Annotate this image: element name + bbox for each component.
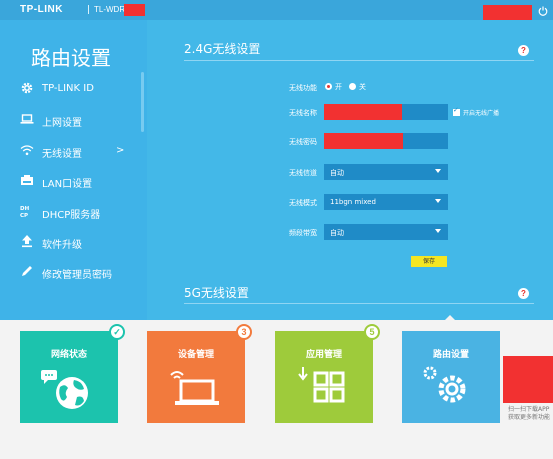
wireless-mode-label: 无线模式 xyxy=(289,199,317,207)
model-label: TL-WDR xyxy=(94,5,126,14)
wifi-icon xyxy=(20,145,34,156)
tile-label: 设备管理 xyxy=(177,350,214,360)
tile-device-management[interactable]: 设备管理 3 xyxy=(147,324,252,423)
radio-on-label: 开 xyxy=(335,83,342,91)
active-tile-pointer xyxy=(444,315,456,321)
pencil-icon xyxy=(22,266,32,276)
tile-network-status[interactable]: 网络状态 ✓ xyxy=(20,324,125,423)
tile-router-settings[interactable]: 路由设置 xyxy=(402,331,500,423)
tp-link-logo: TP-LINK xyxy=(20,4,63,15)
wireless-password-input[interactable] xyxy=(324,133,448,149)
model-name: TL-WDR xyxy=(88,5,126,15)
tile-label: 应用管理 xyxy=(305,350,342,360)
tile-label: 网络状态 xyxy=(50,350,87,360)
radio-off[interactable] xyxy=(349,83,356,90)
channel-select[interactable]: 自动 xyxy=(324,164,448,180)
sidebar-item-wireless[interactable]: 无线设置 > xyxy=(0,136,135,166)
sidebar-item-label: 修改管理员密码 xyxy=(42,270,112,281)
device-count-badge: 3 xyxy=(236,324,252,340)
chevron-right-icon: > xyxy=(116,145,125,156)
sidebar-item-label: 软件升级 xyxy=(42,240,82,251)
radio-off-label: 关 xyxy=(359,83,366,91)
apps-grid-icon xyxy=(298,367,345,403)
sidebar-item-dhcp[interactable]: DH CP DHCP服务器 xyxy=(0,197,135,227)
channel-value: 自动 xyxy=(330,169,344,177)
broadcast-checkbox[interactable] xyxy=(453,106,460,116)
wireless-name-input[interactable] xyxy=(324,104,448,120)
laptop-wifi-icon xyxy=(170,371,219,405)
section-title-24g: 2.4G无线设置 xyxy=(184,42,261,56)
upload-icon xyxy=(22,235,32,248)
bandwidth-value: 自动 xyxy=(330,229,344,237)
sidebar-item-label: LAN口设置 xyxy=(42,179,93,190)
sidebar-item-internet[interactable]: 上网设置 xyxy=(0,105,135,135)
section-title-5g: 5G无线设置 xyxy=(184,286,249,300)
chevron-down-icon xyxy=(435,229,441,233)
section-divider xyxy=(184,303,534,304)
mode-select[interactable]: 11bgn mixed xyxy=(324,194,448,210)
tile-label: 路由设置 xyxy=(432,350,469,360)
sidebar-item-upgrade[interactable]: 软件升级 xyxy=(0,227,135,257)
power-icon[interactable] xyxy=(538,6,548,16)
section-divider xyxy=(184,60,534,61)
tile-app-management[interactable]: 应用管理 5 xyxy=(275,324,380,423)
broadcast-label: 开启无线广播 xyxy=(463,110,500,117)
redacted-qr-code xyxy=(503,356,553,403)
sidebar: 路由设置 TP-LINK ID 上网设置 无线设置 > LAN口设置 DH CP… xyxy=(0,20,147,320)
sidebar-item-admin-password[interactable]: 修改管理员密码 xyxy=(0,257,135,287)
svg-text:CP: CP xyxy=(20,213,28,218)
wireless-name-label: 无线名称 xyxy=(289,109,317,117)
wireless-password-label: 无线密码 xyxy=(289,138,317,146)
redacted-password xyxy=(324,133,403,149)
sidebar-item-lan[interactable]: LAN口设置 xyxy=(0,166,135,196)
svg-text:DH: DH xyxy=(20,206,30,212)
bandwidth-select[interactable]: 自动 xyxy=(324,224,448,240)
top-header: TP-LINK TL-WDR xyxy=(0,0,553,20)
redacted-model-suffix xyxy=(124,4,145,16)
redacted-user-info xyxy=(483,5,532,20)
laptop-icon xyxy=(20,114,34,124)
sidebar-title: 路由设置 xyxy=(31,46,111,70)
sidebar-item-label: 上网设置 xyxy=(42,118,82,129)
sidebar-scrollbar[interactable] xyxy=(141,72,144,132)
save-button[interactable]: 保存 xyxy=(411,256,447,267)
wireless-function-label: 无线功能 xyxy=(289,84,317,92)
radio-on[interactable] xyxy=(325,83,332,90)
lan-port-icon xyxy=(21,175,33,185)
qr-caption: 扫一扫下载APP获取更多新功能 xyxy=(508,406,551,421)
app-count-badge: 5 xyxy=(364,324,380,340)
mode-value: 11bgn mixed xyxy=(330,198,376,206)
gear-icon xyxy=(21,82,33,94)
chevron-down-icon xyxy=(435,169,441,173)
bandwidth-label: 频段带宽 xyxy=(289,229,317,237)
redacted-ssid xyxy=(324,104,402,120)
sidebar-item-label: 无线设置 xyxy=(42,149,82,160)
check-icon: ✓ xyxy=(109,324,125,340)
globe-icon xyxy=(41,370,88,409)
sidebar-item-tplink-id[interactable]: TP-LINK ID xyxy=(0,74,135,104)
wireless-channel-label: 无线信道 xyxy=(289,169,317,177)
chevron-down-icon xyxy=(435,199,441,203)
dhcp-icon: DH CP xyxy=(20,206,30,218)
sidebar-item-label: DHCP服务器 xyxy=(42,210,101,221)
main-panel: 2.4G无线设置 ? 无线功能 开 关 无线名称 开启无线广播 无线密码 无线信… xyxy=(147,20,553,320)
help-icon[interactable]: ? xyxy=(518,45,529,56)
sidebar-item-label: TP-LINK ID xyxy=(42,83,94,94)
help-icon[interactable]: ? xyxy=(518,288,529,299)
gears-icon xyxy=(423,366,466,403)
